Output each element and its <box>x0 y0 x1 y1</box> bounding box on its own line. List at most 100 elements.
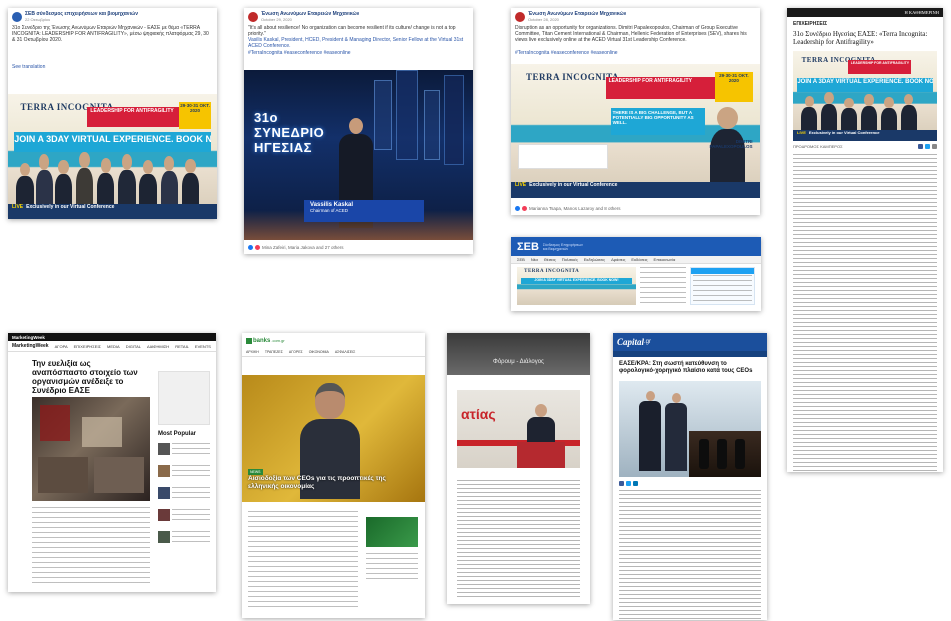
nav-item[interactable]: Επικοινωνία <box>654 257 676 262</box>
sidebar-list <box>366 553 418 583</box>
article-photo[interactable]: ατίας <box>457 390 580 468</box>
card-fb-post-sev[interactable]: ΣΕΒ σύνδεσμος επιχειρήσεων και βιομηχανι… <box>8 8 217 219</box>
most-popular-heading: Most Popular <box>158 431 197 437</box>
twitter-icon[interactable] <box>626 481 631 486</box>
article-photo[interactable] <box>619 381 761 477</box>
article-body <box>457 480 580 598</box>
linkedin-icon[interactable] <box>633 481 638 486</box>
reactions-row[interactable]: Mina Zafeiri, Maria Jakova and 27 others <box>244 243 348 252</box>
card-kathimerini-article[interactable]: Η ΚΑΘΗΜΕΡΙΝΗ ΕΠΙΧΕΙΡΗΣΕΙΣ 31ο Συνέδριο Η… <box>787 8 943 472</box>
article-body <box>793 154 937 472</box>
site-logo-small[interactable]: MarketingWeek <box>12 335 45 340</box>
nav-item[interactable]: Εκδόσεις <box>631 257 647 262</box>
ad-box[interactable] <box>158 371 210 425</box>
nav-item[interactable]: Εκδηλώσεις <box>584 257 605 262</box>
terra-incognita-banner[interactable]: TERRA INCOGNITA LEADERSHIP FOR ANTIFRAGI… <box>8 94 217 219</box>
live-text: Exclusively in our Virtual Conference <box>529 181 618 188</box>
site-nav: MarketingWeek ΑΓΟΡΑ ΕΠΙΧΕΙΡΗΣΕΙΣ MEDIA D… <box>8 341 216 352</box>
banner-date: 29·30·31 ΟΚΤ. 2020 <box>715 72 753 102</box>
live-text: Exclusively in our Virtual Conference <box>808 130 880 136</box>
nav-item[interactable]: MEDIA <box>107 344 120 349</box>
hero-image[interactable]: NEWS Αισιοδοξία των CEOs για τις προοπτι… <box>242 375 425 502</box>
nav-item[interactable]: Δράσεις <box>611 257 625 262</box>
page-avatar[interactable] <box>12 11 22 22</box>
nav-item[interactable]: ΑΡΧΙΚΗ <box>246 350 259 354</box>
card-sev-website[interactable]: ΣΕΒ Σύνδεσμος Επιχειρήσεων και Βιομηχανι… <box>511 237 761 311</box>
banner-live-bar: LIVE Exclusively in our Virtual Conferenc… <box>8 204 217 219</box>
banner-lead: LEADERSHIP FOR ANTIFRAGILITY <box>87 106 180 127</box>
sidebar-ad[interactable] <box>366 517 418 547</box>
article-headline: ΕΑΣΕ/ΚΡΑ: Στη σωστή κατεύθυνση το φορολο… <box>619 361 753 374</box>
banner-date: 29·30·31 ΟΚΤ. 2020 <box>179 101 211 129</box>
lower-third: Vassilis Kaskal Chairman of ACED <box>304 200 424 222</box>
article-author[interactable]: ΠΡΟΔΡΟΜΟΣ ΚΑΜΠΕΡΟΣ <box>793 144 843 149</box>
twitter-icon[interactable] <box>925 144 930 149</box>
nav-item[interactable]: ΕΠΙΧΕΙΡΗΣΕΙΣ <box>74 344 101 349</box>
nav-item[interactable]: ΣΕΒ <box>517 257 525 262</box>
nav-item[interactable]: Νέα <box>531 257 538 262</box>
share-icons[interactable] <box>918 144 937 149</box>
banner-brand: TERRA INCOGNITA <box>524 269 580 275</box>
site-nav: ΣΕΒ Νέα Θέσεις Πολιτικές Εκδηλώσεις Δράσ… <box>511 256 761 264</box>
section-label: Φόρουμ - Διάλογος <box>493 359 544 365</box>
video-frame[interactable]: 31ο ΣΥΝΕΔΡΙΟ ΗΓΕΣΙΑΣ Vassilis Kaskal Cha… <box>244 70 473 240</box>
nav-item[interactable]: DIGITAL <box>126 344 141 349</box>
section-label: ΕΠΙΧΕΙΡΗΣΕΙΣ <box>793 21 828 27</box>
email-icon[interactable] <box>932 144 937 149</box>
terra-incognita-banner[interactable]: TERRA INCOGNITA JOIN A 3DAY VIRTUAL EXPE… <box>517 267 636 305</box>
site-logo[interactable]: MarketingWeek <box>12 343 49 349</box>
reactions-text: Mina Zafeiri, Maria Jakova and 27 others <box>262 245 344 250</box>
card-fb-post-aced[interactable]: Ένωση Ανωνύμων Εταιρειών Μηχανικών Octob… <box>511 8 760 215</box>
site-logo[interactable]: Capital <box>617 337 644 347</box>
nav-item[interactable]: ΑΓΟΡΕΣ <box>289 350 303 354</box>
post-tags[interactable]: #TerraIncognita #easeconference #easeonl… <box>511 49 760 56</box>
reactions-row[interactable]: Marianna Tsapa, Manos Lazaroy and 8 othe… <box>511 204 624 213</box>
speaker-name: DIMITRI PAPALEXOPOULOS <box>709 139 753 150</box>
card-forum-article[interactable]: Φόρουμ - Διάλογος ατίας <box>447 333 590 604</box>
card-marketingweek-article[interactable]: MarketingWeek MarketingWeek ΑΓΟΡΑ ΕΠΙΧΕΙ… <box>8 333 216 592</box>
article-headline: 31ο Συνέδριο Ηγεσίας ΕΑΣΕ: «Terra Incogn… <box>793 30 928 46</box>
stage-text: ατίας <box>461 406 496 422</box>
live-text: Exclusively in our Virtual Conference <box>26 204 115 210</box>
see-translation-link[interactable]: See translation <box>8 63 217 72</box>
share-icons[interactable] <box>613 477 767 490</box>
love-icon <box>255 245 260 250</box>
facebook-icon[interactable] <box>918 144 923 149</box>
page-avatar[interactable] <box>515 11 525 22</box>
banner-live-bar: LIVE Exclusively in our Virtual Conferenc… <box>511 181 760 198</box>
article-headline: Την ευελιξία ως αναπόσπαστο στοιχείο των… <box>32 359 138 395</box>
card-fb-video-post[interactable]: Ένωση Ανωνύμων Εταιρειών Μηχανικών Octob… <box>244 8 473 254</box>
nav-item[interactable]: Θέσεις <box>544 257 556 262</box>
terra-incognita-banner[interactable]: TERRA INCOGNITA LEADERSHIP FOR ANTIFRAGI… <box>793 51 937 141</box>
live-label: LIVE <box>797 130 806 136</box>
nav-item[interactable]: ΑΓΟΡΑ <box>55 344 68 349</box>
card-banks-article[interactable]: banks .com.gr ΑΡΧΙΚΗ ΤΡΑΠΕΖΕΣ ΑΓΟΡΕΣ ΟΙΚ… <box>242 333 425 618</box>
nav-item[interactable]: RETAIL <box>175 344 189 349</box>
site-logo[interactable]: ΣΕΒ <box>517 241 539 253</box>
lower-third-role: Chairman of ACED <box>310 208 349 213</box>
like-icon <box>248 245 253 250</box>
post-date: 22 Οκτωβρίου <box>25 17 51 22</box>
nav-item[interactable]: ΟΙΚΟΝΟΜΙΑ <box>309 350 329 354</box>
nav-item[interactable]: Πολιτικές <box>562 257 578 262</box>
nav-item[interactable]: ΑΣΦΑΛΙΣΕΙΣ <box>335 350 355 354</box>
site-nav: ΑΡΧΙΚΗ ΤΡΑΠΕΖΕΣ ΑΓΟΡΕΣ ΟΙΚΟΝΟΜΙΑ ΑΣΦΑΛΙΣ… <box>242 348 425 357</box>
article-body <box>619 490 761 620</box>
nav-item[interactable]: ΔΙΑΦΗΜΙΣΗ <box>147 344 169 349</box>
article-image[interactable] <box>32 397 150 501</box>
nav-item[interactable]: EVENTS <box>195 344 211 349</box>
post-tags[interactable]: #TerraIncognita #easeconference #easeonl… <box>244 49 473 56</box>
site-logo[interactable]: banks <box>253 338 270 344</box>
twitter-widget[interactable] <box>689 267 755 305</box>
live-label: LIVE <box>12 204 24 210</box>
most-popular-list <box>158 443 210 545</box>
reactions-text: Marianna Tsapa, Manos Lazaroy and 8 othe… <box>529 206 621 211</box>
page-avatar[interactable] <box>248 11 258 22</box>
facebook-icon[interactable] <box>619 481 624 486</box>
nav-item[interactable]: ΤΡΑΠΕΖΕΣ <box>265 350 283 354</box>
site-header: ΣΕΒ Σύνδεσμος Επιχειρήσεων και Βιομηχανι… <box>511 237 761 256</box>
terra-incognita-banner[interactable]: TERRA INCOGNITA LEADERSHIP FOR ANTIFRAGI… <box>511 64 760 198</box>
card-capital-article[interactable]: Capital .gr ΕΑΣΕ/ΚΡΑ: Στη σωστή κατεύθυν… <box>613 333 767 620</box>
article-headline: Αισιοδοξία των CEOs για τις προοπτικές τ… <box>248 475 386 490</box>
post-text: Disruption as an opportunity for organiz… <box>515 25 747 43</box>
